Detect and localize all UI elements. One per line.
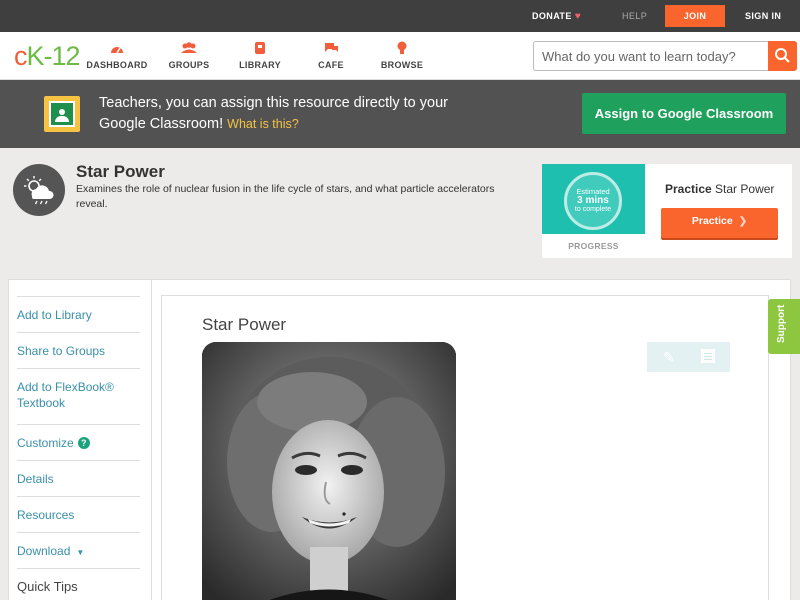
dashboard-icon [111,47,123,54]
assign-to-google-classroom-button[interactable]: Assign to Google Classroom [582,93,786,134]
resource-title: Star Power [76,162,165,181]
donate-link[interactable]: DONATE ♥ [532,0,581,32]
search-icon [775,48,790,63]
estimated-time-badge: Estimated 3 mins to complete [564,172,622,230]
nav-library[interactable]: LIBRARY [225,40,295,70]
google-classroom-icon [44,96,80,132]
pencil-icon[interactable]: ✎ [663,349,675,366]
cafe-icon [325,43,338,52]
library-icon [255,42,265,54]
sidebar-share-to-groups[interactable]: Share to Groups [17,332,140,359]
star-portrait-image [202,342,456,600]
resource-sidebar: Add to Library Share to Groups Add to Fl… [8,279,152,600]
chevron-right-icon: ❯ [738,216,748,227]
banner-message: Teachers, you can assign this resource d… [99,95,448,132]
sidebar-add-to-library[interactable]: Add to Library [17,296,140,323]
caret-down-icon: ▼ [76,548,85,557]
sidebar-resources[interactable]: Resources [17,496,140,523]
what-is-this-link[interactable]: What is this? [227,117,299,131]
sidebar-customize[interactable]: Customize? [17,424,140,451]
sidebar-quick-tips[interactable]: Quick Tips [17,568,140,595]
top-utility-bar: DONATE ♥ HELP JOIN SIGN IN [0,0,800,32]
sidebar-download[interactable]: Download ▼ [17,532,140,561]
sidebar-add-to-flexbook[interactable]: Add to FlexBook® Textbook [17,368,140,411]
search-input[interactable] [542,48,762,64]
practice-card: Estimated 3 mins to complete PROGRESS Pr… [542,164,792,258]
content-title: Star Power [202,315,287,334]
resource-description: Examines the role of nuclear fusion in t… [76,183,495,210]
sidebar-details[interactable]: Details [17,460,140,487]
support-tab[interactable]: Support [768,299,800,354]
help-icon[interactable]: ? [77,437,90,449]
browse-icon [397,41,407,54]
help-link[interactable]: HELP [622,0,647,32]
progress-label: PROGRESS [568,241,619,251]
search-box [533,41,797,71]
main-navbar: cK-12 DASHBOARD GROUPS LIBRARY CAFE BROW… [0,32,800,80]
notes-icon[interactable] [701,349,715,363]
heart-icon: ♥ [574,11,582,22]
progress-illustration: Estimated 3 mins to complete [542,164,645,234]
content-tools: ✎ [647,342,730,372]
join-button[interactable]: JOIN [665,5,725,27]
nav-cafe[interactable]: CAFE [296,40,366,70]
nav-browse[interactable]: BROWSE [367,40,437,70]
practice-heading: Practice Star Power [665,182,775,196]
donate-label: DONATE [532,11,572,21]
ck12-logo[interactable]: cK-12 [14,41,81,72]
weather-cloud-icon [13,164,65,216]
nav-dashboard[interactable]: DASHBOARD [82,40,152,70]
search-button[interactable] [768,41,797,71]
practice-button[interactable]: Practice ❯ [661,208,778,238]
groups-icon [181,42,197,53]
sign-in-link[interactable]: SIGN IN [745,0,781,32]
nav-groups[interactable]: GROUPS [154,40,224,70]
